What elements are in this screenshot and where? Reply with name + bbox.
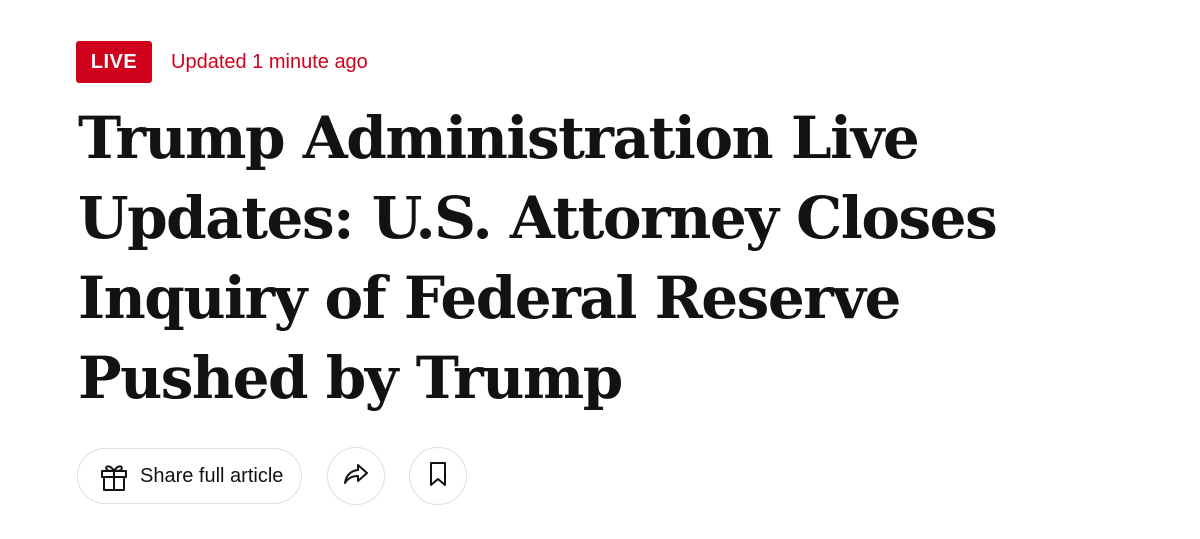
share-full-article-label: Share full article [140, 464, 284, 487]
article-meta: LIVE Updated 1 minute ago [76, 41, 368, 83]
article-headline: Trump Administration Live Updates: U.S. … [78, 104, 998, 412]
share-arrow-icon [341, 459, 371, 494]
live-badge: LIVE [76, 41, 152, 83]
bookmark-icon [425, 459, 451, 494]
share-full-article-button[interactable]: Share full article [77, 448, 303, 504]
updated-timestamp: Updated 1 minute ago [171, 50, 368, 73]
gift-icon [96, 458, 132, 494]
share-button[interactable] [327, 447, 386, 505]
article-actions: Share full article [77, 447, 468, 505]
save-bookmark-button[interactable] [409, 447, 468, 505]
